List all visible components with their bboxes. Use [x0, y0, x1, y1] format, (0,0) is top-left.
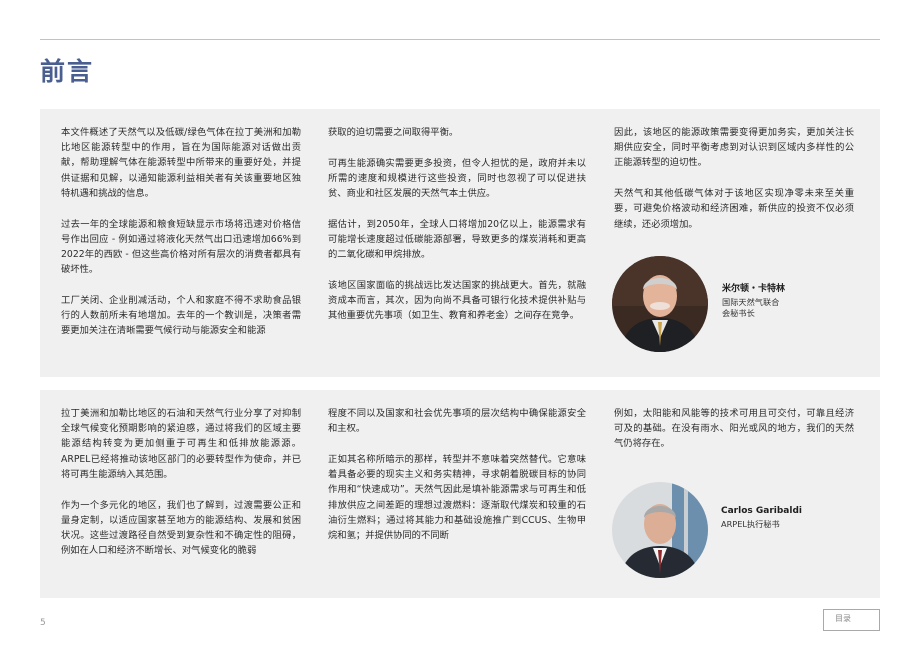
paragraph: 该地区国家面临的挑战远比发达国家的挑战更大。首先，就融资成本而言，其次，因为向尚…	[328, 279, 586, 322]
paragraph: 获取的迫切需要之间取得平衡。	[328, 127, 459, 138]
column-1: 本文件概述了天然气以及低碳/绿色气体在拉丁美洲和加勒比地区能源转型中的作用，旨在…	[61, 125, 301, 354]
foreword-panel-2: 拉丁美洲和加勒比地区的石油和天然气行业分享了对抑制全球气候变化预期影响的紧迫感，…	[40, 390, 880, 598]
person-name: 米尔顿・卡特林	[722, 284, 786, 294]
column-2: 获取的迫切需要之间取得平衡。 可再生能源确实需要更多投资，但令人担忧的是，政府并…	[328, 125, 586, 339]
foreword-panel-1: 本文件概述了天然气以及低碳/绿色气体在拉丁美洲和加勒比地区能源转型中的作用，旨在…	[40, 109, 880, 377]
paragraph: 可再生能源确实需要更多投资，但令人担忧的是，政府并未以所需的速度和规模进行这些投…	[328, 157, 586, 200]
paragraph: 工厂关闭、企业削减活动，个人和家庭不得不求助食品银行的人数前所未有地增加。去年的…	[61, 294, 301, 337]
person-org: ARPEL执行秘书	[721, 518, 780, 529]
paragraph: 作为一个多元化的地区，我们也了解到，过渡需要公正和量身定制，以适应国家甚至地方的…	[61, 499, 301, 557]
paragraph: 因此，该地区的能源政策需要变得更加务实，更加关注长期供应安全，同时平衡考虑到对认…	[614, 127, 854, 169]
portrait-milton-catelin	[612, 256, 708, 352]
paragraph: 本文件概述了天然气以及低碳/绿色气体在拉丁美洲和加勒比地区能源转型中的作用，旨在…	[61, 127, 301, 199]
paragraph: 过去一年的全球能源和粮食短缺显示市场将迅速对价格信号作出回应 - 例如通过将液化…	[61, 218, 301, 276]
paragraph: 据估计，到2050年，全球人口将增加20亿以上，能源需求有可能增长速度超过低碳能…	[328, 218, 586, 261]
column-2: 程度不同以及国家和社会优先事项的层次结构中确保能源安全和主权。 正如其名称所暗示…	[328, 406, 586, 559]
person-caption-1: 米尔顿・卡特林 国际天然气联合 会秘书长	[722, 284, 785, 320]
paragraph: 正如其名称所暗示的那样，转型并不意味着突然替代。它意味着具备必要的现实主义和务实…	[328, 453, 586, 541]
column-1: 拉丁美洲和加勒比地区的石油和天然气行业分享了对抑制全球气候变化预期影响的紧迫感，…	[61, 406, 301, 574]
person-role: 会秘书长	[722, 308, 755, 318]
column-3: 因此，该地区的能源政策需要变得更加务实，更加关注长期供应安全，同时平衡考虑到对认…	[614, 125, 854, 247]
toc-button[interactable]: 目录	[823, 609, 880, 631]
portrait-carlos-garibaldi	[612, 482, 708, 578]
top-divider	[40, 39, 880, 40]
paragraph: 例如，太阳能和风能等的技术可用且可交付，可靠且经济可及的基础。在没有雨水、阳光或…	[614, 408, 854, 450]
person-org: 国际天然气联合	[722, 296, 780, 307]
paragraph: 天然气和其他低碳气体对于该地区实现净零未来至关重要，可避免价格波动和经济困难，新…	[614, 188, 854, 230]
person-caption-2: Carlos Garibaldi ARPEL执行秘书	[721, 506, 802, 530]
person-name: Carlos Garibaldi	[721, 506, 802, 516]
paragraph: 拉丁美洲和加勒比地区的石油和天然气行业分享了对抑制全球气候变化预期影响的紧迫感，…	[61, 408, 301, 480]
page-title: 前言	[40, 57, 95, 86]
column-3: 例如，太阳能和风能等的技术可用且可交付，可靠且经济可及的基础。在没有雨水、阳光或…	[614, 406, 854, 467]
page-number: 5	[40, 618, 46, 628]
paragraph: 程度不同以及国家和社会优先事项的层次结构中确保能源安全和主权。	[328, 408, 586, 435]
